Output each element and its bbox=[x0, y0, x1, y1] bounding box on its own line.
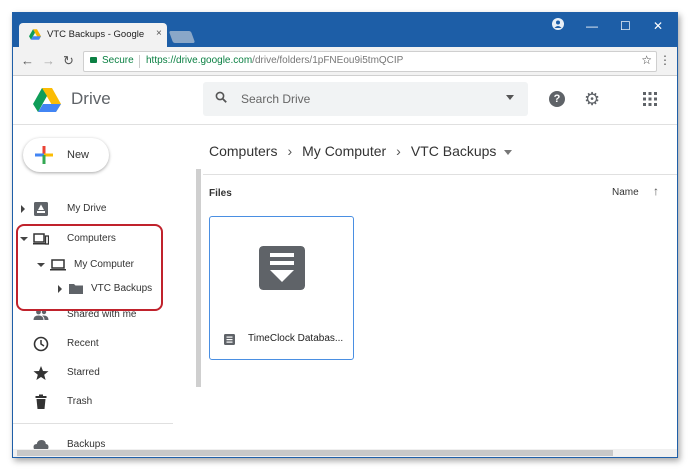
scrollbar-thumb[interactable] bbox=[17, 450, 613, 456]
search-input[interactable]: Search Drive bbox=[241, 92, 310, 106]
sidebar-item-starred[interactable]: Starred bbox=[13, 362, 193, 384]
profile-icon[interactable] bbox=[552, 18, 564, 30]
sidebar-item-recent[interactable]: Recent bbox=[13, 333, 193, 355]
sidebar: New My Drive Computers My Computer VTC B… bbox=[13, 125, 193, 457]
url-path: /drive/folders/1pFNEou9i5tmQCIP bbox=[252, 55, 404, 66]
url-host: https://drive.google.com bbox=[146, 55, 253, 66]
folder-menu-dropdown-icon[interactable] bbox=[504, 149, 513, 155]
search-icon[interactable] bbox=[215, 91, 227, 103]
drive-favicon-icon bbox=[29, 29, 41, 40]
horizontal-scrollbar[interactable] bbox=[13, 449, 677, 457]
apps-grid-icon[interactable] bbox=[643, 92, 657, 106]
browser-toolbar: ← → ↻ Secure https://drive.google.com/dr… bbox=[13, 47, 677, 76]
file-card[interactable]: TimeClock Databas... bbox=[209, 216, 354, 360]
content-divider bbox=[203, 174, 677, 175]
plus-icon bbox=[35, 146, 53, 164]
expand-arrow-icon[interactable] bbox=[21, 205, 25, 213]
brand-title: Drive bbox=[71, 89, 111, 108]
bookmark-star-icon[interactable]: ☆ bbox=[641, 53, 652, 67]
address-bar[interactable]: Secure https://drive.google.com/drive/fo… bbox=[83, 51, 657, 72]
breadcrumb-item-my-computer[interactable]: My Computer bbox=[302, 143, 386, 159]
back-button[interactable]: ← bbox=[21, 53, 34, 68]
highlight-box bbox=[16, 224, 163, 311]
main-content: Computers › My Computer › VTC Backups Files … bbox=[203, 125, 677, 457]
close-window-button[interactable]: ✕ bbox=[653, 19, 663, 33]
files-section-label: Files bbox=[209, 188, 232, 199]
gear-icon[interactable]: ⚙ bbox=[584, 89, 600, 110]
tab-close-icon[interactable]: × bbox=[156, 28, 162, 39]
sidebar-item-label: Trash bbox=[67, 396, 93, 407]
sidebar-item-label: Recent bbox=[67, 338, 99, 349]
sidebar-item-label: Starred bbox=[67, 367, 100, 378]
breadcrumb-separator: › bbox=[287, 143, 293, 159]
sort-direction-arrow-icon[interactable]: ↑ bbox=[653, 184, 659, 198]
sidebar-item-label: My Drive bbox=[67, 203, 107, 214]
clock-icon bbox=[33, 336, 49, 352]
lock-icon bbox=[90, 57, 97, 63]
reload-button[interactable]: ↻ bbox=[63, 53, 74, 69]
breadcrumb-item-computers[interactable]: Computers bbox=[209, 143, 277, 159]
forward-button[interactable]: → bbox=[42, 53, 55, 68]
file-name: TimeClock Databas... bbox=[248, 333, 344, 344]
browser-tab[interactable]: VTC Backups - Google Dr × bbox=[19, 23, 167, 47]
database-file-icon bbox=[224, 334, 235, 345]
maximize-button[interactable]: ☐ bbox=[620, 19, 631, 33]
sidebar-divider bbox=[13, 423, 173, 424]
trash-icon bbox=[35, 394, 47, 409]
star-icon bbox=[33, 366, 49, 380]
browser-menu-icon[interactable]: ⋮ bbox=[659, 53, 671, 67]
drive-header: Drive Search Drive ? ⚙ bbox=[13, 76, 677, 125]
my-drive-icon bbox=[34, 202, 48, 216]
sidebar-item-my-drive[interactable]: My Drive bbox=[13, 198, 193, 220]
minimize-button[interactable]: — bbox=[586, 19, 598, 33]
title-bar: VTC Backups - Google Dr × — ☐ ✕ bbox=[13, 13, 677, 47]
tab-title: VTC Backups - Google Dr bbox=[47, 29, 147, 40]
new-tab-button[interactable] bbox=[168, 31, 196, 43]
secure-label: Secure bbox=[102, 55, 134, 66]
sidebar-item-trash[interactable]: Trash bbox=[13, 391, 193, 413]
download-file-thumbnail-icon bbox=[259, 246, 305, 290]
sidebar-scrollbar[interactable] bbox=[196, 169, 201, 387]
breadcrumb-separator: › bbox=[396, 143, 401, 159]
sort-by-name-button[interactable]: Name bbox=[612, 187, 639, 198]
url-text[interactable]: https://drive.google.com/drive/folders/1… bbox=[146, 55, 403, 66]
search-options-icon[interactable] bbox=[506, 95, 514, 100]
address-separator bbox=[139, 55, 140, 68]
browser-window: VTC Backups - Google Dr × — ☐ ✕ ← → ↻ Se… bbox=[12, 12, 678, 458]
breadcrumb-item-vtc-backups[interactable]: VTC Backups bbox=[411, 143, 497, 159]
new-button[interactable]: New bbox=[23, 138, 109, 172]
help-icon[interactable]: ? bbox=[549, 91, 565, 107]
breadcrumb: Computers › My Computer › VTC Backups bbox=[209, 143, 513, 159]
search-box[interactable]: Search Drive bbox=[203, 82, 528, 116]
drive-logo-icon[interactable] bbox=[33, 88, 61, 112]
new-button-label: New bbox=[67, 149, 90, 161]
